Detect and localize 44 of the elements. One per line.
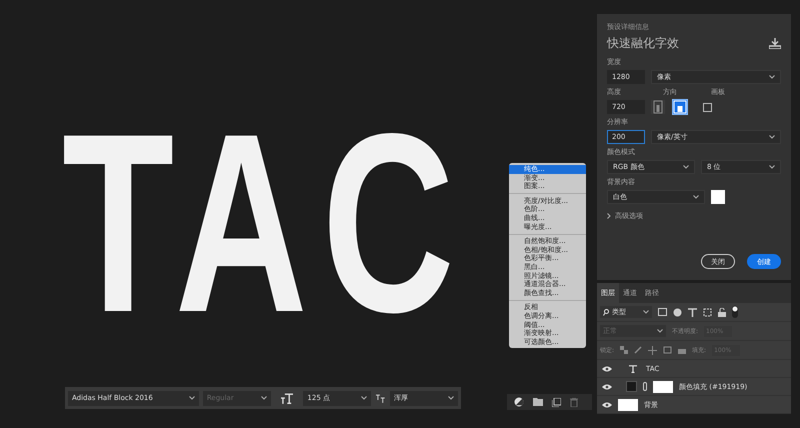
move-icon[interactable] — [648, 346, 658, 354]
adjustment-layer-icon[interactable] — [514, 397, 524, 407]
trash-icon[interactable] — [570, 398, 578, 406]
shape-filter-icon[interactable] — [703, 308, 712, 316]
chevron-down-icon — [188, 396, 195, 400]
chevron-down-icon — [643, 310, 649, 314]
portrait-icon[interactable] — [651, 100, 665, 114]
folder-icon[interactable] — [533, 398, 543, 406]
landscape-icon[interactable] — [673, 100, 687, 114]
chevron-down-icon — [769, 165, 775, 169]
chevron-down-icon — [260, 396, 267, 400]
lock-pixels-icon[interactable] — [620, 346, 628, 354]
new-layer-icon[interactable] — [552, 398, 561, 406]
link-icon — [643, 382, 647, 391]
artboard-checkbox[interactable] — [703, 102, 712, 112]
chevron-down-icon — [448, 396, 454, 400]
visibility-icon[interactable] — [602, 402, 612, 408]
save-preset-icon[interactable] — [769, 38, 781, 49]
chevron-down-icon — [657, 329, 663, 333]
lock-filter-icon[interactable] — [718, 308, 726, 316]
chevron-down-icon — [683, 165, 689, 169]
chevron-right-icon — [607, 213, 611, 219]
chevron-down-icon — [693, 195, 699, 199]
visibility-icon[interactable] — [602, 384, 612, 390]
chevron-down-icon — [361, 396, 368, 400]
chevron-down-icon — [769, 75, 775, 79]
canvas-text: TAC — [62, 96, 469, 351]
chevron-down-icon — [769, 135, 775, 139]
preset-title[interactable]: 快速融化字效 — [607, 35, 679, 52]
lock-icon[interactable] — [678, 346, 686, 354]
brush-icon[interactable] — [634, 346, 642, 354]
search-icon — [603, 308, 609, 316]
type-layer-icon — [626, 364, 640, 372]
filter-toggle-icon[interactable] — [732, 306, 738, 318]
adjustment-filter-icon[interactable] — [673, 308, 682, 316]
background-swatch[interactable] — [711, 190, 725, 204]
type-filter-icon[interactable] — [688, 308, 697, 316]
antialias-icon — [375, 394, 386, 402]
mask-thumbnail — [653, 380, 673, 392]
image-filter-icon[interactable] — [658, 308, 667, 316]
font-size-icon — [280, 392, 294, 404]
artboard-icon[interactable] — [663, 346, 672, 354]
layer-thumbnail — [618, 398, 638, 410]
visibility-icon[interactable] — [602, 366, 612, 372]
